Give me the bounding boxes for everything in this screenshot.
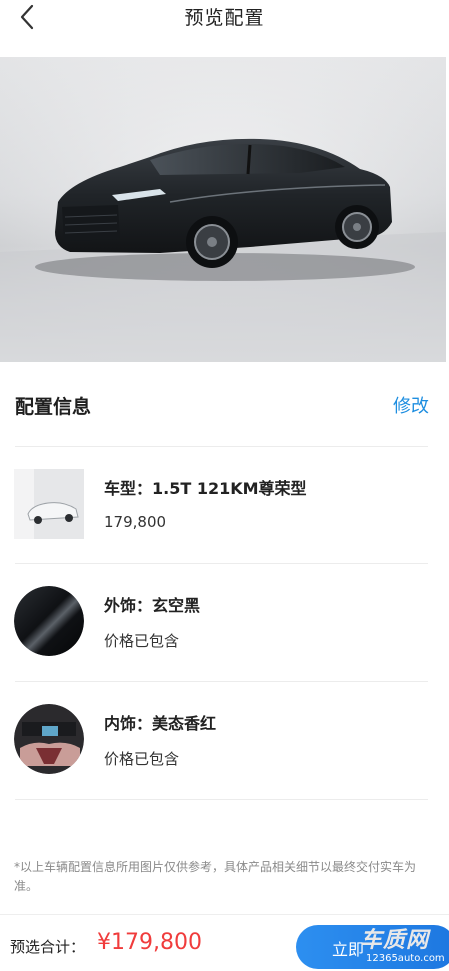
- interior-name: 内饰：美态香红: [104, 714, 217, 733]
- config-section-header: 配置信息 修改: [0, 378, 449, 432]
- car-hero-image: [0, 57, 446, 362]
- watermark-url: 12365auto.com: [366, 953, 445, 964]
- divider: [15, 799, 428, 800]
- car-thumbnail: [14, 469, 84, 539]
- exterior-name: 外饰：玄空黑: [104, 596, 201, 615]
- config-item-interior: 内饰：美态香红 价格已包含: [0, 682, 449, 798]
- disclaimer-text: *以上车辆配置信息所用图片仅供参考，具体产品相关细节以最终交付实车为准。: [14, 860, 417, 893]
- page-title: 预览配置: [184, 7, 265, 29]
- total-price: ¥179,800: [97, 930, 202, 955]
- config-item-model: 车型：1.5T 121KM尊荣型 179,800: [0, 447, 449, 563]
- interior-thumbnail: [14, 704, 84, 774]
- interior-price-note: 价格已包含: [104, 750, 180, 768]
- top-nav-bar: 预览配置: [0, 0, 449, 56]
- model-name: 车型：1.5T 121KM尊荣型: [104, 479, 307, 498]
- section-title: 配置信息: [15, 396, 92, 418]
- model-price: 179,800: [104, 513, 167, 531]
- watermark-logo: 车质网 12365auto.com: [356, 918, 448, 970]
- exterior-color-swatch: [14, 586, 84, 656]
- watermark-text: 车质网: [360, 928, 430, 953]
- black-sedan-photo: [0, 57, 446, 362]
- exterior-price-note: 价格已包含: [104, 632, 180, 650]
- edit-button[interactable]: 修改: [393, 392, 429, 418]
- total-label: 预选合计：: [10, 938, 86, 956]
- config-item-exterior: 外饰：玄空黑 价格已包含: [0, 564, 449, 680]
